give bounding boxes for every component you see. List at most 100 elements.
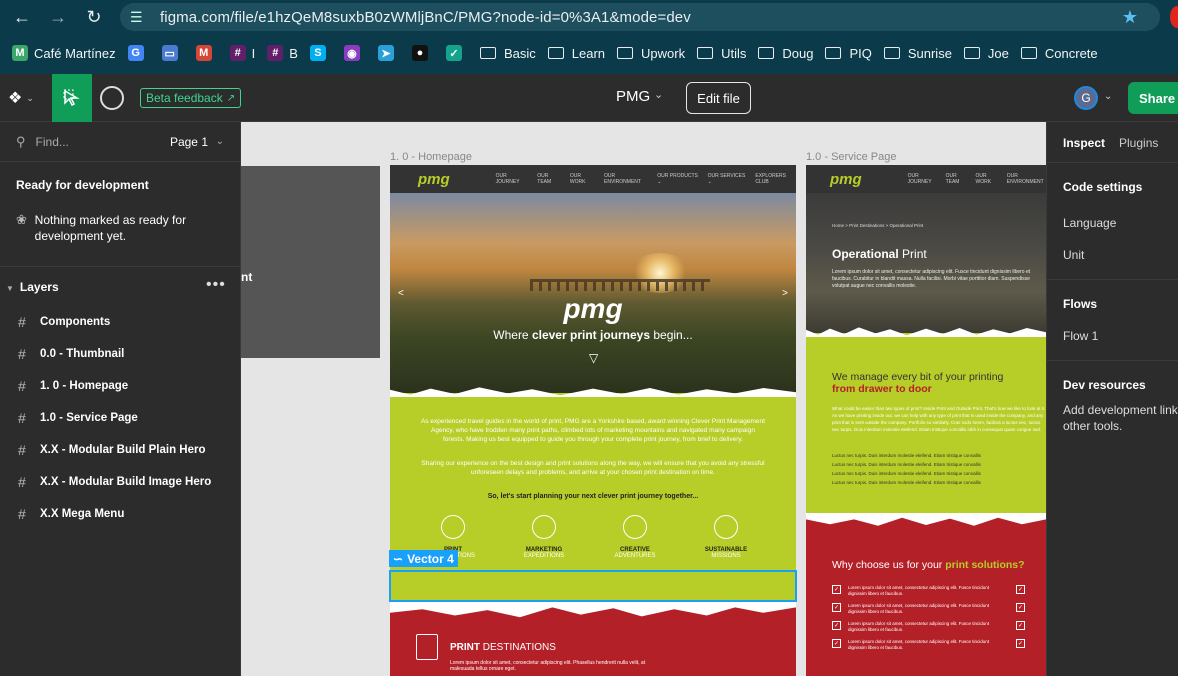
more-options-icon[interactable]: ••• [206,276,226,294]
layers-title-label: Layers [19,280,59,294]
service-nav: pmg OUR JOURNEY OUR TEAM OUR WORK OUR ENVIR… [806,165,1046,193]
why-bold: print solutions? [945,559,1025,571]
bookmark-item[interactable]: Learn [547,41,605,65]
bookmark-item[interactable]: M [195,41,218,65]
check-text: Lorem ipsum dolor sit amet, consectetur … [848,621,990,632]
caret-down-icon[interactable]: ▼ [6,284,14,293]
bookmark-item[interactable]: G [127,41,150,65]
frame-label-homepage[interactable]: 1. 0 - Homepage [390,151,472,163]
layer-item[interactable]: #1. 0 - Homepage [18,376,128,396]
layer-item[interactable]: # X.X - Modular Build Plain Hero [18,440,206,460]
layer-item[interactable]: # X.X Mega Menu [18,504,124,524]
bookmark-item[interactable]: M Café Martínez [12,41,116,65]
layer-item[interactable]: # X.X - Modular Build Image Hero [18,472,211,492]
service-sub: EXPEDITIONS [523,553,565,559]
translate-icon: G [127,45,144,61]
site-settings-icon[interactable]: ☰ [130,9,154,26]
avatar[interactable]: G [1074,86,1098,110]
share-button[interactable]: Share [1128,82,1178,114]
bookmark-item[interactable]: Doug [758,41,813,65]
print-destinations-text: Lorem ipsum dolor sit amet, consectetur … [450,660,646,672]
find-input[interactable]: Find... [36,135,69,149]
bookmark-label: PIQ [849,45,872,61]
nav-link: OUR SERVICES ⌄ [707,173,746,185]
bullet-item: Luctus nec turpis. Duis interdum molesti… [832,462,981,467]
page-selector[interactable]: Page 1 [170,135,208,149]
flow-1[interactable]: Flow 1 [1063,329,1098,343]
checkbox-icon: ✓ [832,621,841,630]
bookmark-item[interactable]: ▭ [161,41,184,65]
calendar-icon: ▭ [161,45,178,61]
address-bar[interactable]: ☰ figma.com/file/e1hzQeM8suxbB0zWMljBnC/… [120,3,1160,31]
bookmark-item[interactable]: ◉ [343,41,366,65]
bookmark-star-icon[interactable]: ★ [1122,7,1138,28]
beta-feedback-button[interactable]: Beta feedback ↗ [140,88,242,108]
vector-icon: ∽ [393,551,404,566]
layers-title[interactable]: ▼ Layers [6,280,59,294]
layer-item[interactable]: #0.0 - Thumbnail [18,344,124,364]
layer-label: X.X - Modular Build Image Hero [40,476,212,488]
profile-icon[interactable] [1170,6,1178,28]
bookmark-item[interactable]: Basic [479,41,536,65]
edit-file-button[interactable]: Edit file [686,82,751,114]
reload-icon[interactable]: ↻ [76,0,112,34]
bookmark-label: Concrete [1044,45,1098,61]
forward-icon[interactable]: → [40,0,76,34]
thumbnail-frame[interactable]: nt [241,166,380,358]
bookmark-item[interactable]: PIQ [825,41,872,65]
frame-label-service[interactable]: 1.0 - Service Page [806,151,897,163]
layer-item[interactable]: # Components [18,312,110,332]
bookmark-item[interactable]: ✓ [445,41,468,65]
file-name[interactable]: PMG [616,88,650,105]
bullet-item: Luctus nec turpis. Duis interdum molesti… [832,471,981,476]
ready-message-text: Nothing marked as ready for development … [34,213,187,243]
pd-rest: DESTINATIONS [482,642,556,653]
bookmark-item[interactable]: Concrete [1020,41,1098,65]
selection-label[interactable]: ∽ Vector 4 [389,550,458,567]
bookmark-item[interactable]: Joe [963,41,1009,65]
beta-feedback-label: Beta feedback [146,91,223,105]
language-setting[interactable]: Language [1063,216,1116,230]
checkbox-icon: ✓ [832,585,841,594]
tab-plugins[interactable]: Plugins [1119,136,1158,150]
bookmark-label: Café Martínez [34,45,116,61]
bookmark-label: Basic [503,45,536,61]
move-tool-button[interactable] [52,74,92,122]
bookmark-item[interactable]: Sunrise [883,41,952,65]
comment-tool-icon[interactable] [100,86,124,110]
manage-heading: We manage every bit of your printing from… [832,371,1003,395]
service-page-frame[interactable]: pmg OUR JOURNEY OUR TEAM OUR WORK OUR ENVIR… [806,165,1046,676]
back-icon[interactable]: ← [4,0,40,34]
frame-icon: # [18,474,26,490]
find-row[interactable]: ⚲ Find... Page 1 ⌄ [0,122,240,162]
chevron-down-icon[interactable]: ⌄ [1104,91,1112,102]
bookmark-label: Doug [782,45,814,61]
manage-line-1: We manage every bit of your printing [832,371,1004,383]
m-icon: M [12,45,28,61]
bookmark-item[interactable]: Utils [697,41,746,65]
check-text: Lorem ipsum dolor sit amet, consectetur … [848,585,990,596]
pd-bold: PRINT [450,642,480,653]
bookmark-item[interactable]: ➤ [377,41,400,65]
unit-setting[interactable]: Unit [1063,248,1084,262]
folder-icon [883,47,900,59]
folder-icon [825,47,842,59]
selection-box[interactable] [389,570,797,602]
bookmark-label: Utils [721,45,747,61]
chevron-down-icon[interactable]: ⌄ [216,136,224,147]
figma-menu-icon[interactable]: ❖ ⌄ [8,86,44,110]
canvas[interactable]: nt 1. 0 - Homepage 1.0 - Service Page pm… [241,122,1046,676]
intro-cta: So, let's start planning your next cleve… [487,493,699,500]
chevron-down-icon[interactable]: ⌄ [654,88,663,101]
bookmark-item[interactable]: # I [229,41,255,65]
layer-item[interactable]: #1.0 - Service Page [18,408,138,428]
service-description: Lorem ipsum dolor sit amet, consectetur … [832,269,1031,289]
tab-inspect[interactable]: Inspect [1063,136,1105,150]
bookmark-item[interactable]: Upwork [617,41,685,65]
bookmark-item[interactable]: # B [267,41,298,65]
ready-for-dev-title: Ready for development [16,178,149,192]
bookmark-item[interactable]: ● [411,41,434,65]
bookmark-item[interactable]: S [309,41,332,65]
why-pre: Why choose us for your [832,559,943,571]
frame-icon: # [18,410,26,426]
